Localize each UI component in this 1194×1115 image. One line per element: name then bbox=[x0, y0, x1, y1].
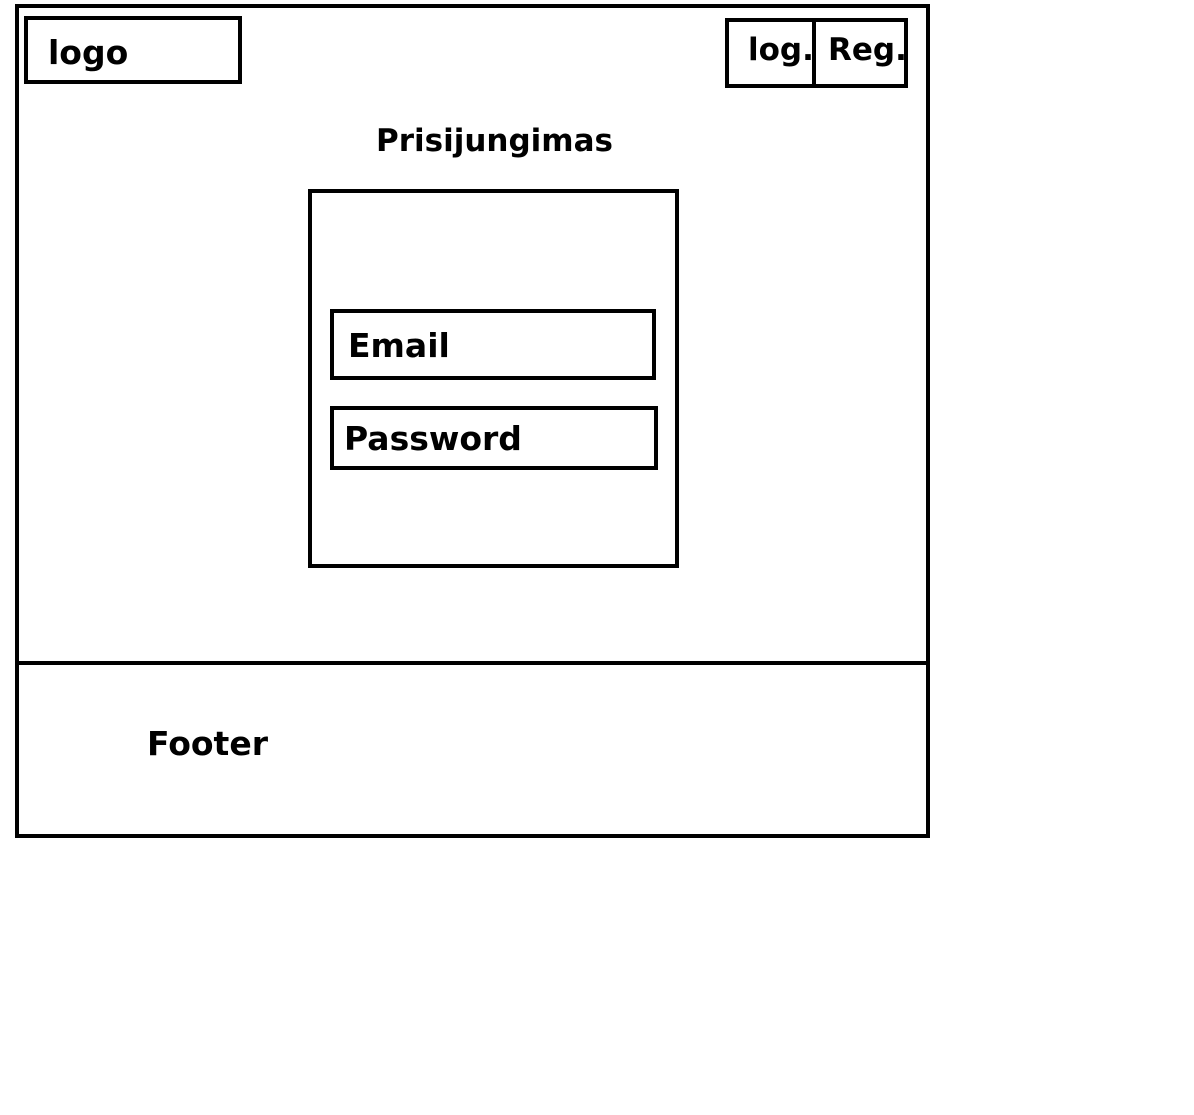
email-placeholder: Email bbox=[348, 326, 450, 365]
login-button[interactable]: log. bbox=[748, 35, 814, 66]
password-placeholder: Password bbox=[344, 419, 522, 458]
footer-text: Footer bbox=[147, 724, 268, 763]
logo-label: logo bbox=[48, 33, 129, 72]
page-title: Prisijungimas bbox=[376, 123, 613, 159]
footer-divider bbox=[15, 661, 930, 665]
register-button[interactable]: Reg. bbox=[828, 35, 907, 66]
